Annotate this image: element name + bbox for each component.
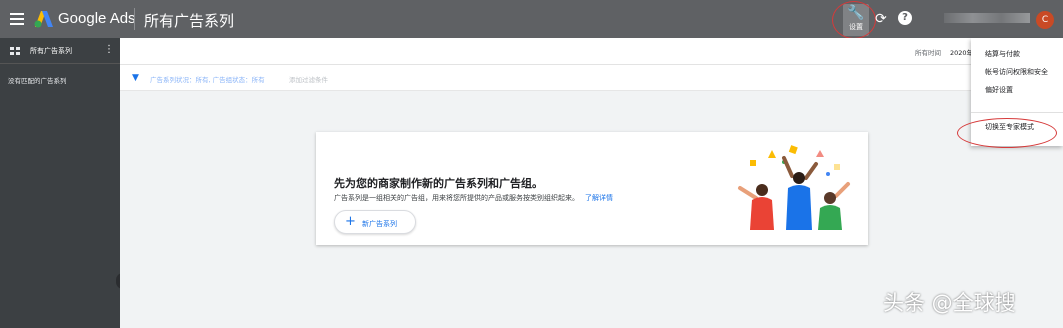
more-options-icon[interactable]: ⋮ [104,44,114,56]
grid-icon [10,47,21,55]
new-campaign-label: 新广告系列 [362,220,397,228]
menu-item-access-security[interactable]: 帐号访问权限和安全 [985,67,1048,77]
date-bar: 所有时间 2020年 [120,38,1063,65]
main-content: 所有时间 2020年 ▼ 广告系列状况：所有, 广告组状态：所有 添加过滤条件 … [120,38,1063,328]
avatar[interactable]: C [1036,11,1054,29]
filter-bar: ▼ 广告系列状况：所有, 广告组状态：所有 添加过滤条件 [120,65,1063,91]
card-title: 先为您的商家制作新的广告系列和广告组。 [334,177,543,190]
brand-name: Google Ads [58,10,136,27]
menu-item-preferences[interactable]: 偏好设置 [985,85,1013,95]
highlight-circle-settings [832,1,876,39]
sidebar-title[interactable]: 所有广告系列 [30,46,72,56]
card-description: 广告系列是一组相关的广告组，用来将您所提供的产品或服务按类别组织起来。 了解详情 [334,193,613,203]
sidebar-header: 所有广告系列 ⋮ [0,38,120,64]
filter-icon[interactable]: ▼ [132,73,139,83]
learn-more-link[interactable]: 了解详情 [585,194,613,202]
watermark: 头条 @全球搜 [883,291,1016,315]
menu-divider [971,112,1063,113]
account-info-blurred[interactable] [944,13,1030,23]
filter-status[interactable]: 广告系列状况：所有, 广告组状态：所有 [150,74,265,84]
add-filter-link[interactable]: 添加过滤条件 [289,74,328,84]
card-description-text: 广告系列是一组相关的广告组，用来将您所提供的产品或服务按类别组织起来。 [334,194,579,202]
date-range-value[interactable]: 2020年 [950,47,973,57]
sidebar-empty-text: 没有匹配的广告系列 [8,77,67,85]
menu-item-billing[interactable]: 结算与付款 [985,49,1020,59]
header-divider [134,8,135,30]
new-campaign-button[interactable]: + 新广告系列 [334,210,416,234]
sidebar: 所有广告系列 ⋮ 没有匹配的广告系列 [0,38,120,328]
empty-state-card: 先为您的商家制作新的广告系列和广告组。 广告系列是一组相关的广告组，用来将您所提… [316,132,868,245]
google-ads-logo[interactable] [34,10,54,28]
top-bar: Google Ads 所有广告系列 🔧 设置 ⟳ ? C [0,0,1063,39]
menu-icon[interactable] [10,13,24,25]
date-range-label: 所有时间 [915,49,941,57]
page-title: 所有广告系列 [144,12,235,30]
help-icon[interactable]: ? [898,11,912,25]
celebration-illustration [738,145,850,230]
plus-icon: + [345,214,356,229]
refresh-icon[interactable]: ⟳ [875,11,887,27]
highlight-circle-expert-mode [957,118,1057,148]
